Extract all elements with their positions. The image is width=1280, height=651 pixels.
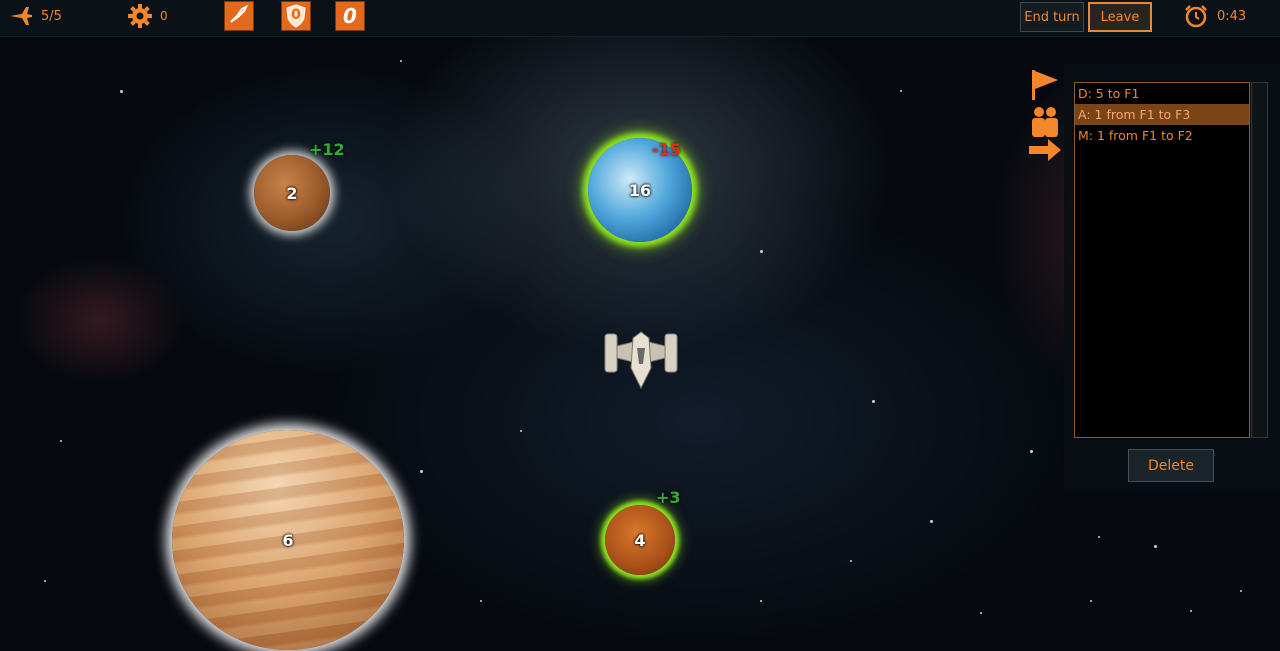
leave-button[interactable]: Leave xyxy=(1088,2,1152,32)
end-turn-button[interactable]: End turn xyxy=(1020,2,1084,32)
star xyxy=(480,600,482,602)
spaceship[interactable] xyxy=(603,328,679,390)
group-icon[interactable] xyxy=(1028,105,1062,137)
star xyxy=(980,612,982,614)
planet-mars[interactable]: 2 xyxy=(254,155,330,231)
timer-text: 0:43 xyxy=(1217,8,1247,24)
planet-earth-count: 16 xyxy=(628,180,652,200)
star xyxy=(900,90,902,92)
planet-jupiter[interactable]: 6 xyxy=(172,430,404,650)
star xyxy=(1190,610,1192,612)
shield-card-icon: 0 xyxy=(285,4,307,28)
alarm-clock-icon xyxy=(1184,4,1208,28)
star xyxy=(120,90,123,93)
star xyxy=(760,600,762,602)
star xyxy=(760,250,763,253)
star xyxy=(1154,545,1157,548)
planet-small-orange[interactable]: 4 xyxy=(605,505,675,575)
order-row-0[interactable]: D: 5 to F1 xyxy=(1075,83,1249,104)
star xyxy=(44,580,46,582)
order-row-2[interactable]: M: 1 from F1 to F2 xyxy=(1075,125,1249,146)
turn-timer: 0:43 xyxy=(1184,0,1246,32)
star xyxy=(1030,450,1033,453)
star xyxy=(1240,590,1242,592)
orders-list[interactable]: D: 5 to F1 A: 1 from F1 to F3 M: 1 from … xyxy=(1074,82,1250,438)
planet-mars-count: 2 xyxy=(286,183,298,203)
star xyxy=(1090,600,1092,602)
card-slot-zero[interactable]: 0 xyxy=(335,1,365,31)
star xyxy=(930,520,933,523)
card-slot-shield[interactable]: 0 xyxy=(281,1,311,31)
star xyxy=(520,430,522,432)
top-bar: 5/5 0 0 0 End turn Leave 0:43 xyxy=(0,0,1280,37)
star xyxy=(400,60,402,62)
star xyxy=(1098,536,1100,538)
order-row-1[interactable]: A: 1 from F1 to F3 xyxy=(1075,104,1249,125)
ships-counter: 5/5 xyxy=(8,0,62,32)
delete-button[interactable]: Delete xyxy=(1128,449,1214,482)
shield-card-value: 0 xyxy=(291,7,301,23)
card-slot-rocket[interactable] xyxy=(224,1,254,31)
ship-icon xyxy=(8,5,34,27)
star xyxy=(850,560,852,562)
star xyxy=(60,440,62,442)
planet-mars-delta: +12 xyxy=(309,140,345,159)
planet-jupiter-count: 6 xyxy=(282,530,294,550)
star xyxy=(872,400,875,403)
orders-scrollbar[interactable] xyxy=(1251,82,1268,438)
star xyxy=(420,470,423,473)
planet-earth-delta: -15 xyxy=(652,140,681,159)
zero-card-value: 0 xyxy=(343,4,357,28)
planet-small-orange-count: 4 xyxy=(634,530,646,550)
resources-counter: 0 xyxy=(128,0,168,32)
arrow-right-icon[interactable] xyxy=(1028,137,1062,167)
flag-icon[interactable] xyxy=(1028,68,1062,100)
gear-icon xyxy=(128,4,152,28)
resources-count: 0 xyxy=(160,9,168,23)
planet-small-orange-delta: +3 xyxy=(656,488,681,507)
rocket-card-icon xyxy=(228,3,250,29)
ships-count: 5/5 xyxy=(41,8,62,24)
